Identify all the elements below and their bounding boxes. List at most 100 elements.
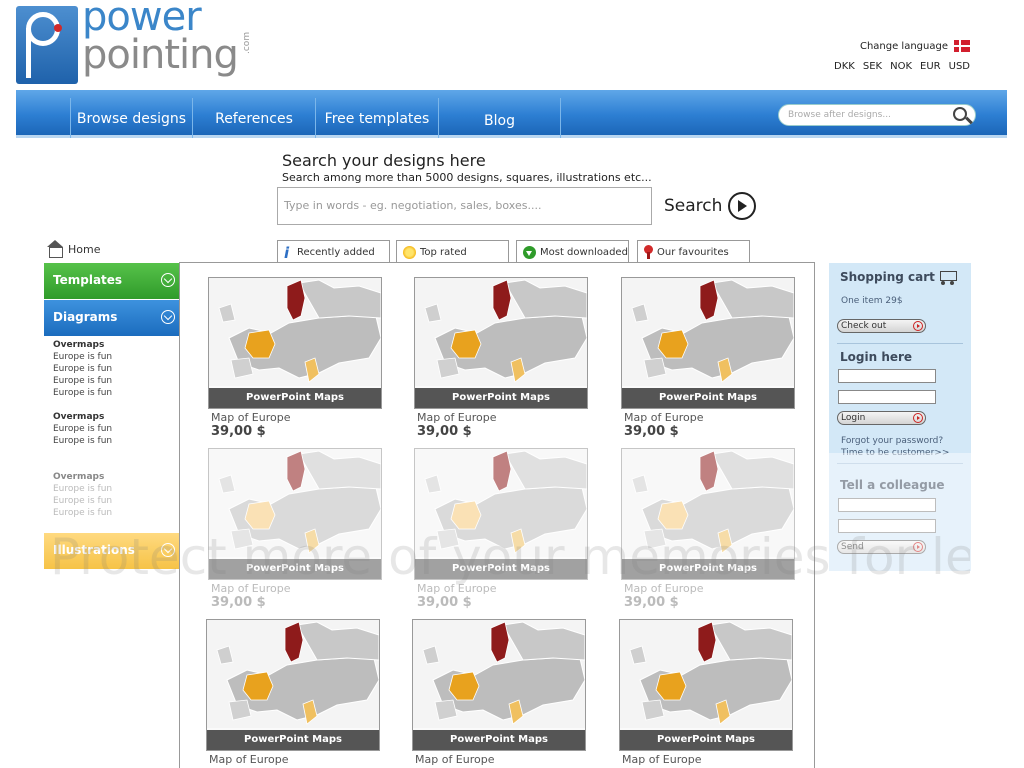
product-card[interactable]: PowerPoint Maps Map of Europe 39,00 $ [208, 448, 382, 610]
forgot-password-link[interactable]: Forgot your password? [841, 436, 943, 446]
subgroup-heading[interactable]: Overmaps [53, 471, 112, 483]
star-icon [403, 245, 416, 259]
subgroup-link[interactable]: Europe is fun [53, 423, 112, 435]
category-illustrations[interactable]: Illustrations [44, 533, 179, 569]
chevron-down-icon [161, 543, 175, 557]
product-name[interactable]: Map of Europe [208, 411, 382, 424]
product-thumbnail[interactable]: PowerPoint Maps [414, 448, 588, 580]
product-caption: PowerPoint Maps [207, 730, 379, 750]
tab-recently-added[interactable]: i Recently added [277, 240, 390, 264]
subgroup-link[interactable]: Europe is fun [53, 363, 112, 375]
username-field[interactable] [838, 369, 936, 383]
tab-label: Top rated [420, 246, 467, 258]
product-thumbnail[interactable]: PowerPoint Maps [208, 277, 382, 409]
change-language[interactable]: Change language [860, 40, 970, 52]
cart-items: One item 29$ [841, 296, 903, 306]
tab-label: Recently added [297, 247, 375, 258]
subgroup-link[interactable]: Europe is fun [53, 507, 112, 519]
nav-browse-designs[interactable]: Browse designs [70, 98, 192, 138]
product-card[interactable]: PowerPoint Maps Map of Europe 39,00 $ [208, 277, 382, 439]
tab-top-rated[interactable]: Top rated [396, 240, 509, 263]
nav-references[interactable]: References [192, 98, 315, 138]
product-thumbnail[interactable]: PowerPoint Maps [208, 448, 382, 580]
nav-free-templates[interactable]: Free templates [315, 98, 438, 138]
currency-sek[interactable]: SEK [863, 61, 882, 72]
product-name[interactable]: Map of Europe [414, 582, 588, 595]
subgroup-link[interactable]: Europe is fun [53, 375, 112, 387]
product-name[interactable]: Map of Europe [206, 753, 380, 766]
product-card[interactable]: PowerPoint Maps Map of Europe 39,00 $ [621, 448, 795, 610]
subgroup-link[interactable]: Europe is fun [53, 435, 112, 447]
search-button-label: Search [664, 196, 723, 216]
product-caption: PowerPoint Maps [622, 559, 794, 579]
shopping-cart-icon[interactable] [936, 268, 958, 286]
arrow-right-icon [913, 321, 923, 331]
ribbon-icon [644, 245, 653, 259]
product-caption: PowerPoint Maps [415, 388, 587, 408]
product-card[interactable]: PowerPoint Maps Map of Europe 39,00 $ [621, 277, 795, 439]
login-button[interactable]: Login [837, 411, 926, 425]
checkout-button[interactable]: Check out [837, 319, 926, 333]
subgroup-link[interactable]: Europe is fun [53, 351, 112, 363]
currency-usd[interactable]: USD [949, 61, 970, 72]
subgroup-link[interactable]: Europe is fun [53, 387, 112, 399]
product-price: 39,00 $ [417, 595, 472, 610]
category-diagrams[interactable]: Diagrams [44, 300, 179, 336]
chevron-down-icon [161, 273, 175, 287]
product-price: 39,00 $ [624, 424, 679, 439]
tab-our-favourites[interactable]: Our favourites [637, 240, 750, 263]
checkout-label: Check out [841, 321, 887, 331]
product-name[interactable]: Map of Europe [414, 411, 588, 424]
logo-mark-icon [16, 6, 78, 84]
category-templates[interactable]: Templates [44, 263, 179, 299]
europe-map-icon [209, 449, 381, 557]
danish-flag-icon[interactable] [954, 40, 970, 52]
product-price: 39,00 $ [417, 424, 472, 439]
nav-search-placeholder: Browse after designs... [788, 110, 891, 120]
home-link[interactable]: Home [46, 240, 100, 258]
currency-dkk[interactable]: DKK [834, 61, 855, 72]
nav-blog[interactable]: Blog [438, 98, 561, 138]
europe-map-icon [620, 620, 792, 728]
subgroup-link[interactable]: Europe is fun [53, 483, 112, 495]
product-card[interactable]: PowerPoint Maps Map of Europe [412, 619, 586, 766]
product-card[interactable]: PowerPoint Maps Map of Europe 39,00 $ [414, 277, 588, 439]
subgroup-1: Overmaps Europe is fun Europe is fun Eur… [53, 339, 112, 399]
search-icon[interactable] [953, 107, 967, 121]
product-card[interactable]: PowerPoint Maps Map of Europe 39,00 $ [414, 448, 588, 610]
product-thumbnail[interactable]: PowerPoint Maps [621, 277, 795, 409]
search-button[interactable]: Search [664, 192, 757, 220]
subgroup-link[interactable]: Europe is fun [53, 495, 112, 507]
product-thumbnail[interactable]: PowerPoint Maps [621, 448, 795, 580]
product-thumbnail[interactable]: PowerPoint Maps [412, 619, 586, 751]
product-name[interactable]: Map of Europe [208, 582, 382, 595]
product-name[interactable]: Map of Europe [619, 753, 793, 766]
search-title: Search your designs here [282, 151, 486, 170]
currency-eur[interactable]: EUR [920, 61, 941, 72]
nav-search-input[interactable]: Browse after designs... [778, 104, 976, 126]
page: power pointing .com Change language DKK … [0, 0, 1024, 768]
product-grid: PowerPoint Maps Map of Europe 39,00 $ Power… [179, 262, 815, 768]
product-caption: PowerPoint Maps [413, 730, 585, 750]
currency-nok[interactable]: NOK [890, 61, 912, 72]
product-name[interactable]: Map of Europe [621, 582, 795, 595]
product-thumbnail[interactable]: PowerPoint Maps [206, 619, 380, 751]
product-price: 39,00 $ [211, 595, 266, 610]
subgroup-heading[interactable]: Overmaps [53, 411, 112, 423]
logo[interactable]: power pointing .com [16, 0, 256, 86]
tab-label: Most downloaded [540, 246, 628, 258]
search-input[interactable]: Type in words - eg. negotiation, sales, … [277, 187, 652, 225]
subgroup-heading[interactable]: Overmaps [53, 339, 112, 351]
product-thumbnail[interactable]: PowerPoint Maps [414, 277, 588, 409]
europe-map-icon [622, 449, 794, 557]
product-card[interactable]: PowerPoint Maps Map of Europe [206, 619, 380, 766]
product-thumbnail[interactable]: PowerPoint Maps [619, 619, 793, 751]
password-field[interactable] [838, 390, 936, 404]
tab-most-downloaded[interactable]: Most downloaded [516, 240, 629, 263]
login-label: Login [841, 413, 866, 423]
product-caption: PowerPoint Maps [415, 559, 587, 579]
product-name[interactable]: Map of Europe [621, 411, 795, 424]
info-icon: i [284, 243, 290, 262]
product-card[interactable]: PowerPoint Maps Map of Europe [619, 619, 793, 766]
product-name[interactable]: Map of Europe [412, 753, 586, 766]
